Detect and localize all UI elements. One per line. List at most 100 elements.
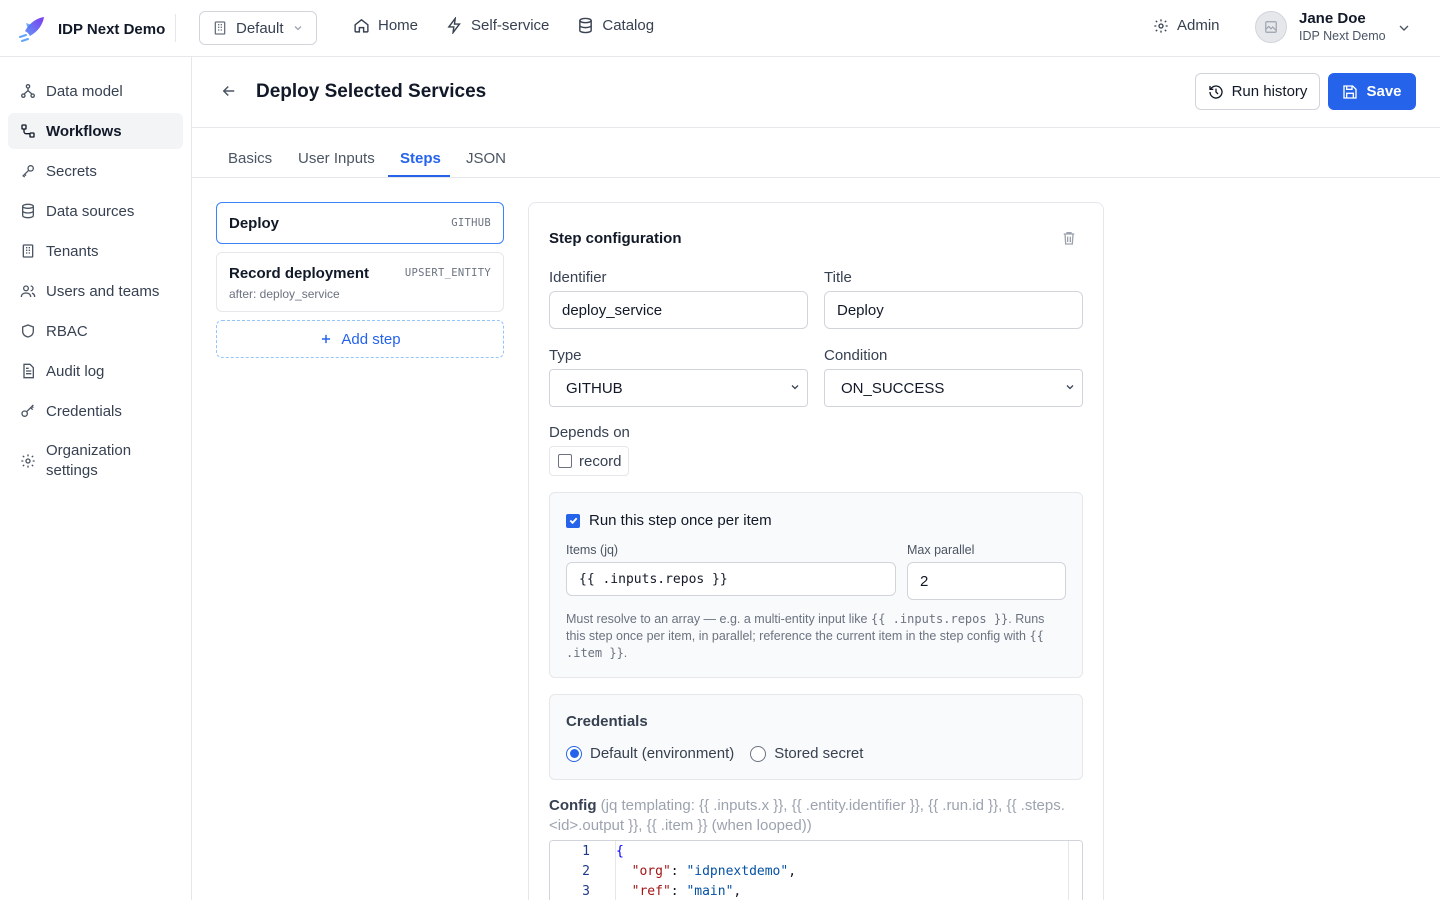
tab-bar: Basics User Inputs Steps JSON bbox=[192, 128, 1440, 178]
editor-scrollbar[interactable] bbox=[1068, 841, 1082, 900]
line-number: 3 bbox=[582, 884, 590, 899]
step-type: UPSERT_ENTITY bbox=[404, 267, 491, 279]
admin-link[interactable]: Admin bbox=[1153, 17, 1220, 34]
nav-home-label: Home bbox=[378, 17, 419, 34]
check-icon bbox=[569, 517, 577, 525]
step-card-record-deployment[interactable]: Record deployment UPSERT_ENTITY after: d… bbox=[216, 252, 504, 312]
key-round-icon bbox=[21, 404, 34, 417]
sidebar-item-label-line2: settings bbox=[46, 462, 98, 479]
loop-toggle[interactable]: Run this step once per item bbox=[566, 512, 772, 529]
header-divider bbox=[175, 14, 176, 42]
loop-label: Run this step once per item bbox=[589, 512, 772, 529]
sidebar-item-credentials[interactable]: Credentials bbox=[8, 393, 183, 429]
loop-settings-panel: Run this step once per item Items (jq) {… bbox=[549, 492, 1083, 678]
title-input[interactable]: Deploy bbox=[824, 291, 1083, 329]
nav-catalog[interactable]: Catalog bbox=[577, 17, 654, 34]
radio-selected[interactable] bbox=[566, 745, 582, 762]
sidebar-item-data-model[interactable]: Data model bbox=[8, 73, 183, 109]
radio[interactable] bbox=[750, 745, 767, 762]
sidebar-item-users-and-teams[interactable]: Users and teams bbox=[8, 273, 183, 309]
gear-icon bbox=[1154, 18, 1168, 33]
depends-on-option-record[interactable]: record bbox=[549, 446, 629, 476]
chevron-down-icon[interactable] bbox=[1396, 20, 1412, 36]
top-bar: IDP Next Demo Default Home Self-service … bbox=[0, 0, 1440, 57]
condition-value: ON_SUCCESS bbox=[841, 379, 945, 397]
type-select[interactable]: GITHUB bbox=[549, 369, 808, 407]
sidebar-item-label: Users and teams bbox=[46, 282, 160, 300]
config-code-editor[interactable]: 1 2 3 { "org": "idpnextdemo", "ref": "ma… bbox=[549, 840, 1083, 900]
nav-self-service[interactable]: Self-service bbox=[446, 17, 549, 34]
max-parallel-input[interactable]: 2 bbox=[907, 562, 1066, 600]
step-type: GITHUB bbox=[451, 217, 491, 229]
credentials-option-stored-secret[interactable]: Stored secret bbox=[750, 745, 863, 762]
sidebar-item-audit-log[interactable]: Audit log bbox=[8, 353, 183, 389]
rocket-logo-icon bbox=[19, 17, 44, 42]
sidebar-item-label: RBAC bbox=[46, 322, 88, 340]
sidebar-item-organization-settings[interactable]: Organization settings bbox=[8, 437, 183, 485]
title-label: Title bbox=[824, 269, 852, 286]
tenant-selector[interactable]: Default bbox=[199, 11, 317, 45]
active-tab-indicator bbox=[388, 175, 450, 177]
save-label: Save bbox=[1366, 83, 1402, 100]
page-title: Deploy Selected Services bbox=[256, 81, 487, 102]
chevron-down-icon bbox=[791, 385, 799, 390]
items-jq-input[interactable]: {{ .inputs.repos }} bbox=[566, 562, 896, 596]
step-title: Record deployment bbox=[229, 265, 370, 282]
add-step-label: Add step bbox=[341, 330, 401, 348]
sidebar-item-tenants[interactable]: Tenants bbox=[8, 233, 183, 269]
tab-user-inputs[interactable]: User Inputs bbox=[298, 150, 375, 167]
data-model-icon bbox=[21, 84, 35, 98]
user-menu[interactable]: Jane Doe IDP Next Demo bbox=[1255, 10, 1386, 43]
tab-basics[interactable]: Basics bbox=[228, 150, 272, 167]
sidebar-item-workflows[interactable]: Workflows bbox=[8, 113, 183, 149]
broken-image-icon bbox=[1265, 20, 1277, 33]
add-step-button[interactable]: Add step bbox=[216, 320, 504, 358]
sidebar-item-secrets[interactable]: Secrets bbox=[8, 153, 183, 189]
step-configuration-panel: Step configuration Identifier deploy_ser… bbox=[528, 202, 1104, 900]
arrow-left-icon[interactable] bbox=[220, 82, 238, 100]
nav-home[interactable]: Home bbox=[353, 17, 418, 34]
sidebar-item-label: Data sources bbox=[46, 202, 135, 220]
sidebar-item-label: Workflows bbox=[46, 122, 122, 140]
sidebar-item-label: Credentials bbox=[46, 402, 122, 420]
code-line: "org": "idpnextdemo", bbox=[631, 864, 797, 879]
step-dependency: after: deploy_service bbox=[229, 287, 340, 301]
tab-steps[interactable]: Steps bbox=[400, 150, 441, 167]
condition-select[interactable]: ON_SUCCESS bbox=[824, 369, 1083, 407]
sidebar-item-label: Tenants bbox=[46, 242, 99, 260]
type-value: GITHUB bbox=[566, 379, 623, 397]
building-icon bbox=[214, 21, 226, 35]
checkbox[interactable] bbox=[558, 454, 572, 468]
credentials-panel: Credentials Default (environment) Stored… bbox=[549, 694, 1083, 780]
sidebar-item-label: Secrets bbox=[46, 162, 97, 180]
database-icon bbox=[22, 203, 34, 219]
gear-icon bbox=[21, 454, 35, 468]
lightning-icon bbox=[447, 17, 461, 34]
shield-icon bbox=[22, 324, 34, 338]
run-history-button[interactable]: Run history bbox=[1195, 73, 1320, 110]
step-card-deploy[interactable]: Deploy GITHUB bbox=[216, 202, 504, 244]
max-parallel-label: Max parallel bbox=[907, 543, 975, 557]
code-line: "ref": "main", bbox=[631, 884, 742, 899]
depends-option-label: record bbox=[579, 452, 622, 470]
chevron-down-icon bbox=[1066, 385, 1074, 390]
brand[interactable]: IDP Next Demo bbox=[16, 13, 165, 45]
panel-title: Step configuration bbox=[549, 230, 682, 247]
tab-json[interactable]: JSON bbox=[466, 150, 506, 167]
credentials-option-default[interactable]: Default (environment) bbox=[566, 745, 734, 762]
code-line: { bbox=[616, 844, 624, 859]
nav-self-service-label: Self-service bbox=[471, 17, 550, 34]
sidebar-item-data-sources[interactable]: Data sources bbox=[8, 193, 183, 229]
checkbox-checked[interactable] bbox=[566, 513, 580, 528]
history-icon bbox=[1208, 84, 1223, 99]
items-jq-value: {{ .inputs.repos }} bbox=[579, 571, 728, 587]
identifier-input[interactable]: deploy_service bbox=[549, 291, 808, 329]
save-icon bbox=[1343, 84, 1358, 99]
sidebar-item-label: Data model bbox=[46, 82, 123, 100]
trash-icon[interactable] bbox=[1061, 230, 1077, 246]
save-button[interactable]: Save bbox=[1328, 73, 1416, 110]
sidebar-item-rbac[interactable]: RBAC bbox=[8, 313, 183, 349]
app-name: IDP Next Demo bbox=[58, 20, 166, 38]
sidebar-item-label: Organization bbox=[46, 442, 132, 459]
sidebar: Data model Workflows Secrets Data source… bbox=[0, 57, 192, 900]
